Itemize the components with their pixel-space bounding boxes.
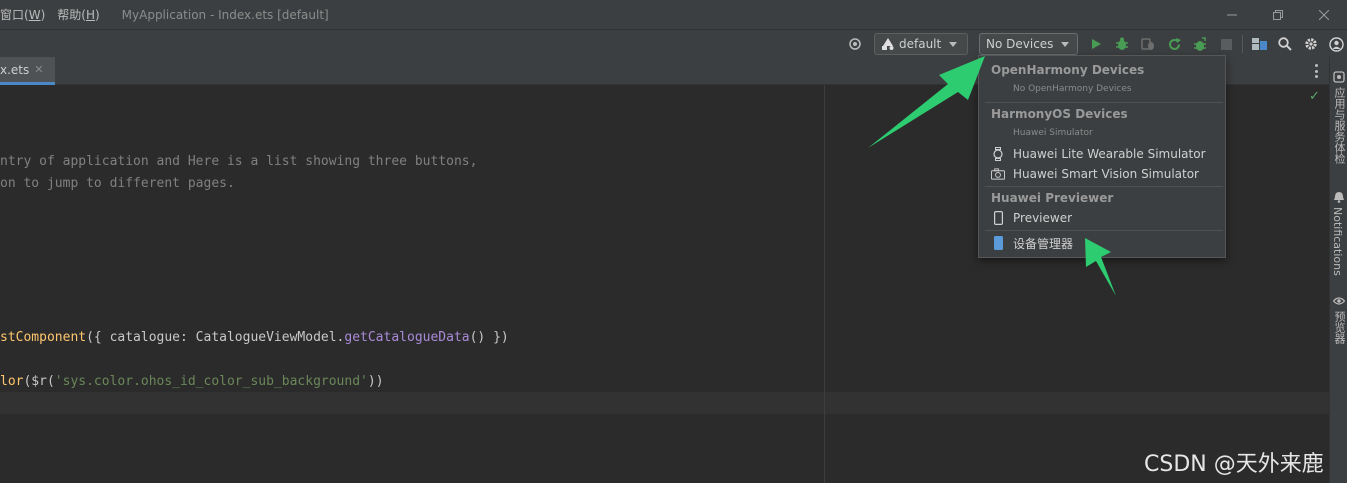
divider xyxy=(985,102,1223,103)
locate-button[interactable] xyxy=(845,34,865,54)
eye-icon xyxy=(1333,295,1345,307)
project-structure-icon xyxy=(1251,38,1267,50)
menu-window-label: 窗口( xyxy=(0,8,29,22)
minimize-button[interactable] xyxy=(1209,0,1255,29)
title-bar: 窗口(W) 帮助(H) MyApplication - Index.ets [d… xyxy=(0,0,1347,29)
code-token: 'sys.color.ohos_id_color_sub_background' xyxy=(54,374,368,389)
chevron-down-icon xyxy=(949,41,958,47)
apply-changes-button[interactable] xyxy=(1164,34,1184,54)
divider xyxy=(985,186,1223,187)
camera-icon xyxy=(991,166,1005,182)
module-icon xyxy=(882,38,894,50)
minimize-icon xyxy=(1227,14,1237,15)
right-margin-guide xyxy=(824,85,825,483)
code-token: on to jump to different pages. xyxy=(0,176,235,191)
code-token: ({ catalogue: CatalogueViewModel. xyxy=(86,330,345,345)
stop-button[interactable] xyxy=(1216,34,1236,54)
search-button[interactable] xyxy=(1275,34,1295,54)
huawei-simulator-label: Huawei Simulator xyxy=(1013,128,1093,138)
device-manager-icon xyxy=(991,235,1005,251)
section-harmonyos: HarmonyOS Devices xyxy=(991,107,1128,121)
locate-icon xyxy=(849,38,861,50)
no-openharmony-devices: No OpenHarmony Devices xyxy=(1013,84,1132,94)
code-line: stComponent({ catalogue: CatalogueViewMo… xyxy=(0,327,509,349)
restore-button[interactable] xyxy=(1255,0,1301,29)
profile-icon xyxy=(1193,36,1206,51)
health-check-icon xyxy=(1333,71,1345,83)
settings-icon xyxy=(1305,38,1317,50)
watch-icon xyxy=(991,146,1005,162)
code-token: getCatalogueData xyxy=(344,330,470,345)
phone-icon xyxy=(991,210,1005,226)
section-openharmony: OpenHarmony Devices xyxy=(991,63,1145,77)
code-line: lor($r('sys.color.ohos_id_color_sub_back… xyxy=(0,371,384,393)
tool-window-previewer[interactable]: 预览器 xyxy=(1331,311,1347,344)
device-item-previewer[interactable]: Previewer xyxy=(979,208,1225,228)
current-line-highlight xyxy=(0,392,1329,414)
watermark: CSDN @天外来鹿 xyxy=(1144,452,1324,477)
tab-label: x.ets xyxy=(0,62,30,77)
device-item-wearable[interactable]: Huawei Lite Wearable Simulator xyxy=(979,144,1225,164)
window-title: MyApplication - Index.ets [default] xyxy=(121,7,329,22)
target-combo-label: default xyxy=(899,37,942,51)
checkmark-icon: ✓ xyxy=(1309,89,1320,104)
device-item-label: Previewer xyxy=(1013,211,1073,225)
divider xyxy=(985,230,1223,231)
code-token: () }) xyxy=(469,330,509,345)
device-dropdown: OpenHarmony Devices No OpenHarmony Devic… xyxy=(978,55,1226,258)
close-icon xyxy=(1319,9,1329,20)
device-item-label: Huawei Smart Vision Simulator xyxy=(1013,167,1199,181)
device-item-vision[interactable]: Huawei Smart Vision Simulator xyxy=(979,164,1225,184)
menu-help-close: ) xyxy=(94,8,100,22)
code-token: )) xyxy=(367,374,384,389)
menu-help-key: H xyxy=(85,8,95,22)
menu-window-key: W xyxy=(28,8,41,22)
account-button[interactable] xyxy=(1326,34,1346,54)
restore-icon xyxy=(1273,9,1283,20)
device-item-label: 设备管理器 xyxy=(1013,236,1074,251)
debug-button[interactable] xyxy=(1112,34,1132,54)
search-icon xyxy=(1278,37,1292,51)
menu-window[interactable]: 窗口(W) xyxy=(0,6,51,23)
attach-debugger-icon xyxy=(1141,38,1154,50)
toolbar-divider xyxy=(1242,35,1243,53)
profile-button[interactable] xyxy=(1190,34,1210,54)
code-line: ntry of application and Here is a list s… xyxy=(0,151,477,173)
chevron-down-icon xyxy=(1061,41,1070,47)
account-icon xyxy=(1328,36,1344,52)
menu-help-label: 帮助( xyxy=(57,8,86,22)
run-icon xyxy=(1092,39,1101,49)
code-line: on to jump to different pages. xyxy=(0,173,235,195)
main-toolbar: default No Devices xyxy=(0,29,1347,57)
bell-icon xyxy=(1333,191,1345,203)
close-button[interactable] xyxy=(1301,0,1347,29)
tool-window-health-check[interactable]: 应用与服务体检 xyxy=(1331,87,1347,164)
window-controls xyxy=(1209,0,1347,29)
settings-button[interactable] xyxy=(1301,34,1321,54)
device-combo[interactable]: No Devices xyxy=(979,33,1078,55)
menu-window-close: ) xyxy=(40,8,46,22)
section-previewer: Huawei Previewer xyxy=(991,191,1114,205)
stop-icon xyxy=(1220,38,1232,50)
run-button[interactable] xyxy=(1086,34,1106,54)
attach-debugger-button[interactable] xyxy=(1138,34,1158,54)
menu-help[interactable]: 帮助(H) xyxy=(51,6,105,23)
tab-index-ets[interactable]: x.ets ✕ xyxy=(0,57,55,85)
debug-icon xyxy=(1116,37,1128,50)
code-token: ($r( xyxy=(23,374,55,389)
project-structure-button[interactable] xyxy=(1249,34,1269,54)
right-tool-strip: 应用与服务体检 Notifications 预览器 xyxy=(1329,57,1347,483)
apply-changes-icon xyxy=(1168,37,1181,50)
code-token: lor xyxy=(0,374,24,389)
device-item-label: Huawei Lite Wearable Simulator xyxy=(1013,147,1206,161)
device-item-device-manager[interactable]: 设备管理器 xyxy=(979,233,1225,253)
close-icon[interactable]: ✕ xyxy=(34,63,43,76)
more-options-icon[interactable] xyxy=(1311,63,1321,79)
device-combo-label: No Devices xyxy=(986,37,1054,51)
target-combo[interactable]: default xyxy=(874,33,968,55)
code-token: stComponent xyxy=(0,330,87,345)
code-token: ntry of application and Here is a list s… xyxy=(0,154,478,169)
tool-window-notifications[interactable]: Notifications xyxy=(1331,207,1344,276)
